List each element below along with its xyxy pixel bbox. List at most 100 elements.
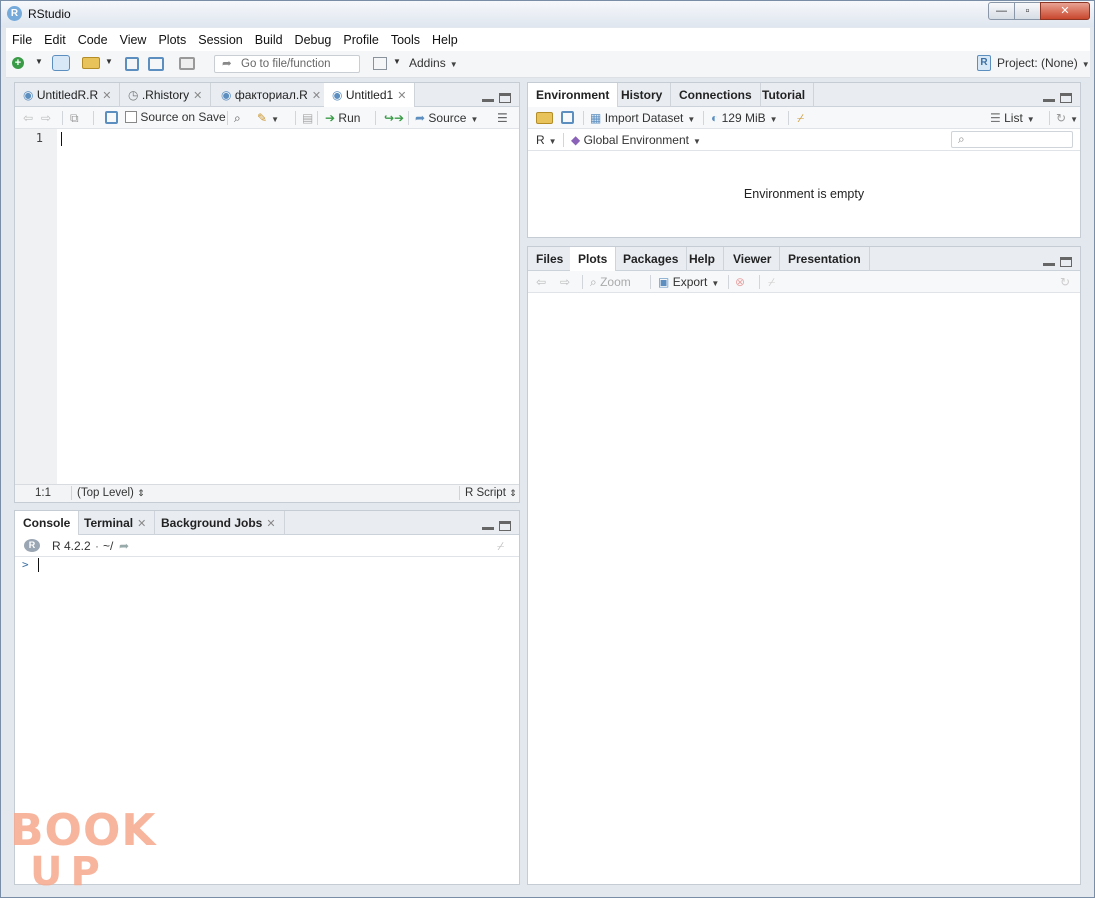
show-in-window-icon[interactable]: ⧉: [70, 111, 79, 126]
menu-help[interactable]: Help: [432, 33, 458, 47]
grid-layout-icon[interactable]: [373, 57, 387, 70]
minimize-pane-icon[interactable]: [1043, 258, 1055, 266]
menu-debug[interactable]: Debug: [295, 33, 332, 47]
menu-code[interactable]: Code: [78, 33, 108, 47]
menu-edit[interactable]: Edit: [44, 33, 66, 47]
save-icon[interactable]: [125, 57, 139, 71]
maximize-button[interactable]: ▫: [1014, 2, 1041, 20]
zoom-button[interactable]: ⌕ Zoom: [590, 275, 631, 290]
align-icon[interactable]: ☰: [497, 111, 508, 125]
tab-connections[interactable]: Connections: [671, 83, 761, 107]
close-tab-icon[interactable]: ✕: [397, 90, 406, 102]
close-tab-icon[interactable]: ✕: [137, 518, 146, 530]
tab-label: Tutorial: [762, 88, 806, 102]
close-button[interactable]: ✕: [1040, 2, 1090, 20]
tab-plots[interactable]: Plots: [570, 247, 617, 272]
addins-button[interactable]: Addins ▼: [409, 56, 458, 70]
menu-build[interactable]: Build: [255, 33, 283, 47]
tab-untitledr[interactable]: ◉ UntitledR.R ✕: [15, 83, 121, 107]
save-all-icon[interactable]: [148, 57, 164, 71]
open-dropdown-icon[interactable]: ▼: [105, 57, 113, 66]
minimize-pane-icon[interactable]: [482, 522, 494, 530]
refresh-icon[interactable]: ↻ ▼: [1056, 111, 1078, 125]
close-tab-icon[interactable]: ✕: [266, 518, 275, 530]
minimize-button[interactable]: —: [988, 2, 1015, 20]
language-selector[interactable]: R ▼: [536, 133, 557, 147]
layout-dropdown-icon[interactable]: ▼: [393, 57, 401, 66]
document-outline-icon[interactable]: ▤: [302, 111, 313, 125]
back-arrow-icon[interactable]: ⇦: [23, 111, 33, 125]
tab-factorial[interactable]: ◉ факториал.R ✕: [213, 83, 331, 107]
close-tab-icon[interactable]: ✕: [193, 90, 202, 102]
close-tab-icon[interactable]: ✕: [312, 90, 321, 102]
search-icon[interactable]: ⌕: [234, 111, 241, 126]
clear-plots-broom-icon[interactable]: ⌿: [768, 275, 775, 290]
export-button[interactable]: ▣ Export ▼: [658, 275, 719, 289]
tab-packages[interactable]: Packages: [615, 247, 688, 271]
clear-console-broom-icon[interactable]: ⌿: [497, 539, 504, 554]
save-workspace-icon[interactable]: [561, 111, 574, 124]
menu-tools[interactable]: Tools: [391, 33, 420, 47]
forward-arrow-icon[interactable]: ⇨: [41, 111, 51, 125]
environment-selector[interactable]: ◆ Global Environment ▼: [571, 133, 701, 147]
filetype-selector[interactable]: R Script ⇕: [465, 487, 517, 499]
memory-usage-button[interactable]: ◐ 129 MiB ▼: [711, 111, 778, 125]
close-tab-icon[interactable]: ✕: [102, 90, 111, 102]
new-file-dropdown-icon[interactable]: ▼: [35, 57, 43, 66]
r-version: R 4.2.2: [52, 539, 91, 553]
scope-selector[interactable]: (Top Level) ⇕: [77, 487, 145, 499]
load-workspace-icon[interactable]: [536, 112, 553, 124]
menu-session[interactable]: Session: [198, 33, 242, 47]
tab-background-jobs[interactable]: Background Jobs ✕: [153, 511, 285, 535]
rerun-icon[interactable]: ↪➔: [384, 111, 404, 125]
next-plot-icon[interactable]: ⇨: [560, 275, 570, 289]
clear-workspace-broom-icon[interactable]: ⌿: [797, 111, 804, 126]
maximize-pane-icon[interactable]: [499, 520, 511, 531]
print-icon[interactable]: [179, 57, 195, 70]
menu-plots[interactable]: Plots: [158, 33, 186, 47]
tab-viewer[interactable]: Viewer: [725, 247, 781, 271]
tab-label: Plots: [578, 252, 608, 266]
tab-files[interactable]: Files: [528, 247, 573, 271]
minimize-pane-icon[interactable]: [482, 94, 494, 102]
remove-plot-icon[interactable]: ⊗: [735, 275, 745, 289]
tab-help[interactable]: Help: [681, 247, 725, 271]
menu-file[interactable]: File: [12, 33, 32, 47]
run-button[interactable]: ➔ Run: [325, 111, 360, 125]
r-file-icon: ◉: [221, 88, 232, 102]
tab-environment[interactable]: Environment: [528, 83, 619, 108]
env-toolbar: ▦ Import Dataset ▼ ◐ 129 MiB ▼ ⌿ ☰ List ▼ ↻…: [528, 107, 1080, 129]
maximize-pane-icon[interactable]: [1060, 92, 1072, 103]
tab-terminal[interactable]: Terminal ✕: [76, 511, 156, 535]
open-folder-icon[interactable]: [82, 57, 100, 69]
working-directory[interactable]: ~/: [103, 539, 113, 553]
env-search-input[interactable]: ⌕: [951, 131, 1073, 148]
maximize-pane-icon[interactable]: [499, 92, 511, 103]
menu-view[interactable]: View: [120, 33, 147, 47]
import-dataset-button[interactable]: ▦ Import Dataset ▼: [590, 111, 695, 125]
code-editor[interactable]: [57, 129, 519, 484]
tab-presentation[interactable]: Presentation: [780, 247, 870, 271]
line-number: 1: [35, 131, 43, 145]
maximize-pane-icon[interactable]: [1060, 256, 1072, 267]
tab-console[interactable]: Console: [15, 511, 80, 536]
code-tools-wand-icon[interactable]: ✎ ▼: [257, 111, 279, 125]
goto-file-input[interactable]: ➦ Go to file/function: [214, 55, 360, 73]
minimize-pane-icon[interactable]: [1043, 94, 1055, 102]
goto-wd-icon[interactable]: ➦: [119, 539, 129, 553]
new-project-icon[interactable]: [52, 55, 70, 71]
list-view-button[interactable]: ☰ List ▼: [990, 111, 1035, 125]
tab-tutorial[interactable]: Tutorial: [754, 83, 815, 107]
tab-untitled1[interactable]: ◉ Untitled1 ✕: [324, 83, 416, 108]
environment-empty-message: Environment is empty: [743, 187, 865, 201]
previous-plot-icon[interactable]: ⇦: [536, 275, 546, 289]
tab-history[interactable]: History: [613, 83, 672, 107]
menu-profile[interactable]: Profile: [343, 33, 378, 47]
project-menu[interactable]: Project: (None) ▼: [997, 56, 1090, 70]
source-on-save-checkbox[interactable]: Source on Save: [125, 110, 226, 124]
save-icon[interactable]: [105, 111, 118, 124]
new-file-icon[interactable]: +: [12, 57, 24, 69]
source-button[interactable]: ➦ Source ▼: [415, 111, 478, 125]
tab-rhistory[interactable]: ◷ .Rhistory ✕: [120, 83, 212, 107]
refresh-icon[interactable]: ↻: [1060, 275, 1070, 289]
